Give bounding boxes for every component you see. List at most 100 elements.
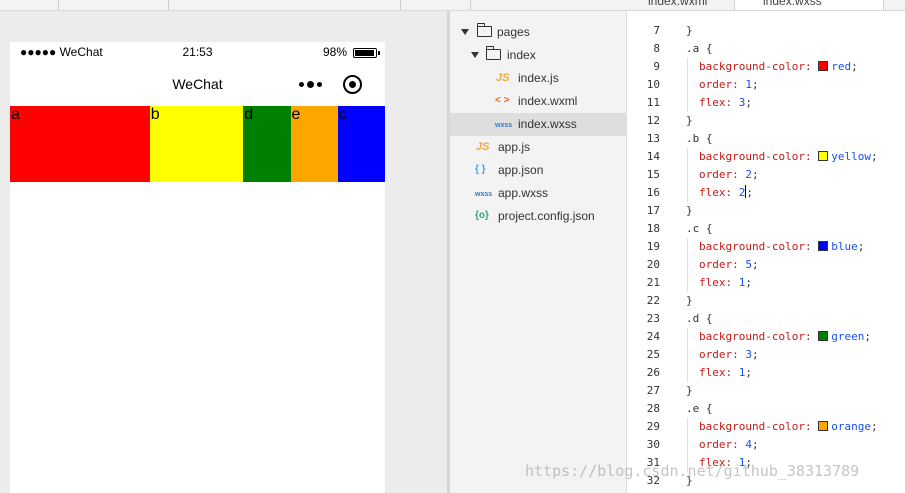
tree-label: app.js xyxy=(498,140,531,154)
tree-folder-index[interactable]: index xyxy=(450,44,627,67)
tree-file-project-config[interactable]: {o} project.config.json xyxy=(450,205,627,228)
line-number: 8 xyxy=(653,42,660,55)
flex-item-c: c xyxy=(337,106,385,182)
line-number: 29 xyxy=(646,420,660,433)
code-line[interactable]: 15 order: 2; xyxy=(627,166,905,184)
flex-item-e: e xyxy=(290,106,338,182)
line-number: 22 xyxy=(646,294,660,307)
config-file-icon: {o} xyxy=(475,210,489,221)
toolbar-separator xyxy=(400,0,401,10)
code-line[interactable]: 23 .d { xyxy=(627,310,905,328)
toolbar-separator xyxy=(470,0,471,10)
code-line[interactable]: 21 flex: 1; xyxy=(627,274,905,292)
chevron-down-icon xyxy=(471,52,479,58)
editor-tab-bar: index.wxml index.wxss xyxy=(0,0,905,11)
toolbar-separator xyxy=(58,0,59,10)
line-number: 20 xyxy=(646,258,660,271)
code-line[interactable]: 30 order: 4; xyxy=(627,436,905,454)
code-line[interactable]: 27} xyxy=(627,382,905,400)
battery-icon xyxy=(353,48,380,58)
battery-percent: 98% xyxy=(322,45,347,59)
tree-file-index-wxml[interactable]: < > index.wxml xyxy=(450,90,627,113)
line-number: 13 xyxy=(646,132,660,145)
wxss-file-icon: wxss xyxy=(475,191,493,198)
code-text: background-color: orange; xyxy=(699,420,878,433)
line-number: 14 xyxy=(646,150,660,163)
code-line[interactable]: 26 flex: 1; xyxy=(627,364,905,382)
code-line[interactable]: 7} xyxy=(627,22,905,40)
code-line[interactable]: 25 order: 3; xyxy=(627,346,905,364)
color-swatch-icon[interactable] xyxy=(818,331,829,341)
code-text: } xyxy=(686,294,693,307)
code-text: } xyxy=(686,384,693,397)
code-text: order: 5; xyxy=(699,258,759,271)
line-number: 19 xyxy=(646,240,660,253)
indent-guide xyxy=(687,238,688,292)
code-line[interactable]: 14 background-color: yellow; xyxy=(627,148,905,166)
line-number: 21 xyxy=(646,276,660,289)
code-line[interactable]: 29 background-color: orange; xyxy=(627,418,905,436)
tree-file-index-js[interactable]: JS index.js xyxy=(450,67,627,90)
line-number: 16 xyxy=(646,186,660,199)
line-number: 27 xyxy=(646,384,660,397)
toolbar-separator xyxy=(168,0,169,10)
code-line[interactable]: 13 .b { xyxy=(627,130,905,148)
code-text: order: 4; xyxy=(699,438,759,451)
tab-index-wxss[interactable]: index.wxss xyxy=(734,0,884,10)
js-file-icon: JS xyxy=(476,141,490,153)
color-swatch-icon[interactable] xyxy=(818,61,829,71)
code-line[interactable]: 17} xyxy=(627,202,905,220)
tab-index-wxml[interactable]: index.wxml xyxy=(628,0,734,10)
tree-label: index.wxss xyxy=(518,117,577,131)
code-editor[interactable]: 7} 8 .a {9 background-color: red; 10 order: 1… xyxy=(627,11,905,493)
line-number: 23 xyxy=(646,312,660,325)
tab-label: index.wxss xyxy=(763,0,822,8)
json-file-icon: { } xyxy=(475,164,486,175)
code-line[interactable]: 11 flex: 3; xyxy=(627,94,905,112)
code-line[interactable]: 28 .e { xyxy=(627,400,905,418)
chevron-down-icon xyxy=(461,29,469,35)
wxml-file-icon: < > xyxy=(495,95,510,106)
tree-file-app-json[interactable]: { } app.json xyxy=(450,159,627,182)
code-text: } xyxy=(686,24,693,37)
file-tree: pages index JS index.js < > index.wxml w… xyxy=(450,11,627,493)
code-text: .d { xyxy=(686,312,713,325)
code-line[interactable]: 8 .a { xyxy=(627,40,905,58)
flex-item-d: d xyxy=(243,106,291,182)
line-number: 17 xyxy=(646,204,660,217)
folder-open-icon xyxy=(477,23,492,37)
line-number: 28 xyxy=(646,402,660,415)
line-number: 25 xyxy=(646,348,660,361)
code-line[interactable]: 20 order: 5; xyxy=(627,256,905,274)
code-text: .c { xyxy=(686,222,713,235)
code-line[interactable]: 22} xyxy=(627,292,905,310)
line-number: 24 xyxy=(646,330,660,343)
close-miniprogram-icon[interactable] xyxy=(343,75,362,94)
color-swatch-icon[interactable] xyxy=(818,151,829,161)
code-line[interactable]: 19 background-color: blue; xyxy=(627,238,905,256)
color-swatch-icon[interactable] xyxy=(818,421,829,431)
code-line[interactable]: 16 flex: 2; xyxy=(627,184,905,202)
code-line[interactable]: 9 background-color: red; xyxy=(627,58,905,76)
more-menu-icon[interactable] xyxy=(299,80,323,90)
tree-file-app-wxss[interactable]: wxss app.wxss xyxy=(450,182,627,205)
tree-label: project.config.json xyxy=(498,209,595,223)
line-number: 9 xyxy=(653,60,660,73)
code-line[interactable]: 18 .c { xyxy=(627,220,905,238)
color-swatch-icon[interactable] xyxy=(818,241,829,251)
code-text: .e { xyxy=(686,402,713,415)
code-text: order: 2; xyxy=(699,168,759,181)
tree-file-index-wxss[interactable]: wxss index.wxss xyxy=(450,113,627,136)
code-line[interactable]: 10 order: 1; xyxy=(627,76,905,94)
status-bar: ●●●●● WeChat 21:53 98% xyxy=(10,42,385,62)
tree-label: index.js xyxy=(518,71,559,85)
tree-folder-pages[interactable]: pages xyxy=(450,21,627,44)
code-line[interactable]: 12} xyxy=(627,112,905,130)
line-number: 10 xyxy=(646,78,660,91)
js-file-icon: JS xyxy=(496,72,510,84)
tree-file-app-js[interactable]: JS app.js xyxy=(450,136,627,159)
navigation-bar: WeChat xyxy=(10,62,385,106)
tree-label: pages xyxy=(497,25,530,39)
code-line[interactable]: 24 background-color: green; xyxy=(627,328,905,346)
indent-guide xyxy=(687,58,688,112)
